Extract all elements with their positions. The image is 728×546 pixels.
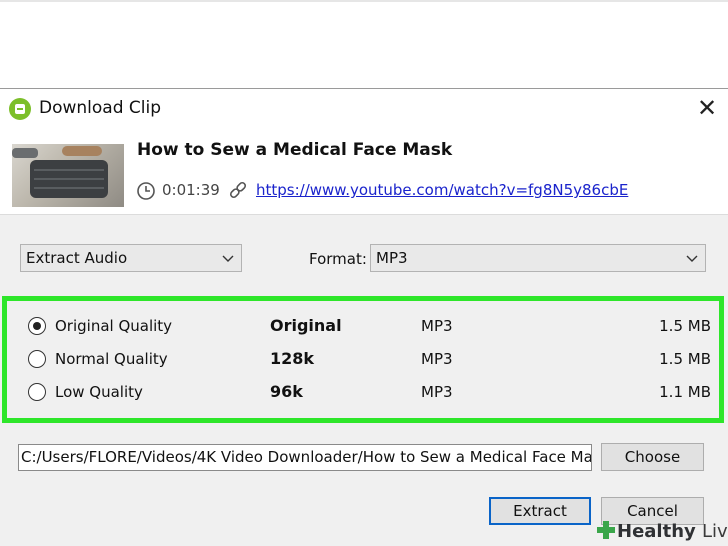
video-title: How to Sew a Medical Face Mask <box>137 140 453 160</box>
quality-option-original[interactable]: Original Quality Original MP3 1.5 MB <box>7 313 719 337</box>
app-logo-icon <box>9 98 31 120</box>
quality-name: Normal Quality <box>55 350 168 368</box>
dialog-title: Download Clip <box>39 98 162 118</box>
quality-radio[interactable] <box>28 383 46 401</box>
quality-name: Low Quality <box>55 383 143 401</box>
watermark-brand-bold: Healthy <box>617 521 696 542</box>
quality-format: MP3 <box>421 383 453 401</box>
video-duration: 0:01:39 <box>162 181 220 199</box>
quality-format: MP3 <box>421 350 453 368</box>
plus-icon <box>597 521 615 539</box>
video-header: How to Sew a Medical Face Mask 0:01:39 h… <box>0 129 728 215</box>
background-divider <box>0 0 728 2</box>
watermark-brand-light: Living <box>702 521 728 542</box>
chevron-down-icon <box>221 247 235 269</box>
quality-name: Original Quality <box>55 317 173 335</box>
background-window <box>0 0 728 88</box>
quality-size: 1.5 MB <box>659 350 711 368</box>
quality-option-normal[interactable]: Normal Quality 128k MP3 1.5 MB <box>7 346 719 370</box>
quality-radio[interactable] <box>28 317 46 335</box>
quality-bitrate: 96k <box>270 382 303 401</box>
link-icon <box>228 180 248 200</box>
format-dropdown[interactable]: MP3 <box>370 244 706 272</box>
output-path-field[interactable]: C:/Users/FLORE/Videos/4K Video Downloade… <box>18 444 592 471</box>
quality-size: 1.1 MB <box>659 383 711 401</box>
format-label: Format: <box>309 250 367 268</box>
quality-radio[interactable] <box>28 350 46 368</box>
video-url-link[interactable]: https://www.youtube.com/watch?v=fg8N5y86… <box>256 181 628 199</box>
choose-button[interactable]: Choose <box>601 443 704 471</box>
download-clip-dialog: Download Clip ✕ How to Sew a Medical Fac… <box>0 88 728 546</box>
close-icon[interactable]: ✕ <box>694 95 720 121</box>
quality-format: MP3 <box>421 317 453 335</box>
healthy-living-watermark: Healthy Living <box>597 521 728 546</box>
quality-bitrate: Original <box>270 316 342 335</box>
quality-size: 1.5 MB <box>659 317 711 335</box>
quality-bitrate: 128k <box>270 349 315 368</box>
quality-option-low[interactable]: Low Quality 96k MP3 1.1 MB <box>7 379 719 403</box>
quality-options-highlight: Original Quality Original MP3 1.5 MB Nor… <box>2 296 724 423</box>
dialog-titlebar: Download Clip ✕ <box>0 89 728 129</box>
mode-dropdown-value: Extract Audio <box>26 249 128 267</box>
chevron-down-icon <box>685 247 699 269</box>
video-thumbnail <box>12 144 124 207</box>
clock-icon <box>136 181 156 201</box>
extract-button[interactable]: Extract <box>489 497 591 525</box>
mode-dropdown[interactable]: Extract Audio <box>20 244 242 272</box>
format-dropdown-value: MP3 <box>376 249 408 267</box>
